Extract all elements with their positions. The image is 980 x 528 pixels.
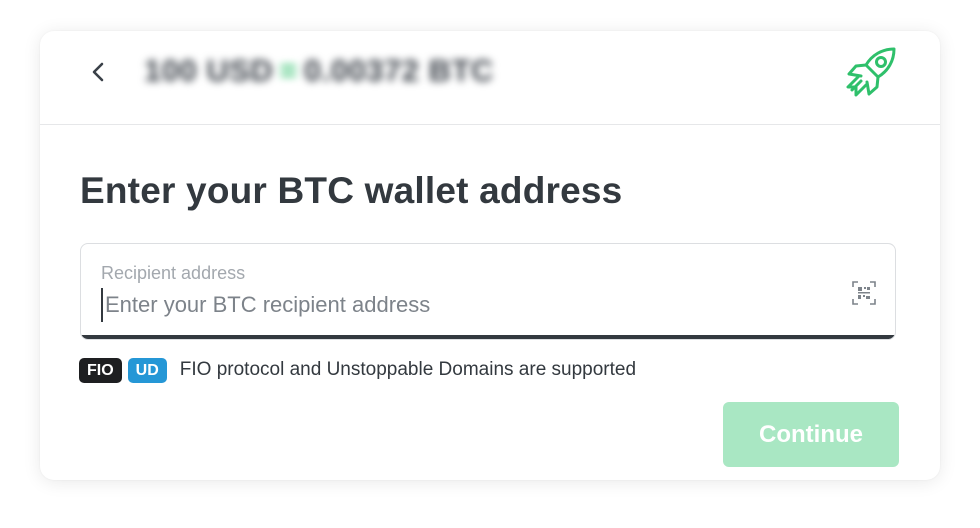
recipient-address-field[interactable]: Recipient address <box>80 243 896 340</box>
amount-from: 100 USD <box>144 53 274 88</box>
recipient-address-input[interactable] <box>101 288 825 322</box>
amount-to: 0.00372 BTC <box>303 53 494 88</box>
qr-scan-icon <box>852 281 876 305</box>
fio-badge: FIO <box>79 357 122 383</box>
qr-scan-button[interactable] <box>851 280 877 306</box>
widget-card: 100 USD = 0.00372 BTC Enter your BTC walle… <box>40 31 940 480</box>
widget-header: 100 USD = 0.00372 BTC <box>40 31 940 125</box>
ud-badge: UD <box>127 357 167 383</box>
supported-protocols: FIO UD FIO protocol and Unstoppable Doma… <box>79 357 636 383</box>
field-focus-underline <box>81 335 895 339</box>
equals-sign: = <box>279 53 298 88</box>
back-button[interactable] <box>82 56 114 88</box>
continue-button[interactable]: Continue <box>723 402 899 467</box>
chevron-left-icon <box>92 62 104 82</box>
page-title: Enter your BTC wallet address <box>80 170 623 211</box>
rocket-icon <box>844 45 900 99</box>
exchange-amount: 100 USD = 0.00372 BTC <box>144 53 494 89</box>
supported-protocols-text: FIO protocol and Unstoppable Domains are… <box>179 359 637 380</box>
recipient-address-label: Recipient address <box>101 263 246 283</box>
